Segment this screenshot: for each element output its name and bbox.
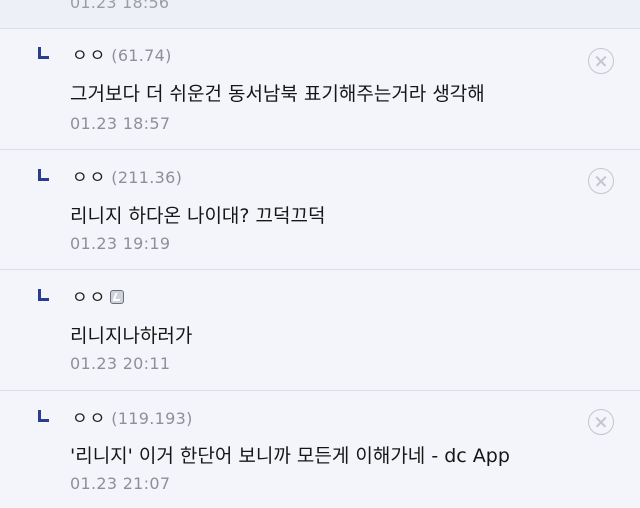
- reply-item: ㅇㅇ 리니지나하러가 01.23 20:11: [0, 270, 640, 391]
- author-nickname: ㅇㅇ: [72, 168, 108, 188]
- reply-item: ㅇㅇ (61.74) 그거보다 더 쉬운건 동서남북 표기해주는거라 생각해 01…: [0, 29, 640, 150]
- reply-content: 리니지 하다온 나이대? 끄덕끄덕: [70, 205, 326, 227]
- author-ip: (211.36): [111, 168, 183, 187]
- reply-date: 01.23 21:07: [70, 474, 171, 493]
- fixed-nick-badge-icon: [110, 290, 125, 304]
- reply-arrow-icon: [38, 410, 52, 422]
- reply-date: 01.23 20:11: [70, 354, 171, 373]
- reply-date: 01.23 19:19: [70, 234, 171, 253]
- delete-reply-button[interactable]: [588, 409, 614, 435]
- reply-author[interactable]: ㅇㅇ: [72, 283, 125, 308]
- reply-item: ㅇㅇ (211.36) 리니지 하다온 나이대? 끄덕끄덕 01.23 19:19: [0, 150, 640, 270]
- delete-reply-button[interactable]: [588, 168, 614, 194]
- reply-arrow-icon: [38, 289, 52, 301]
- delete-reply-button[interactable]: [588, 48, 614, 74]
- author-nickname: ㅇㅇ: [72, 46, 108, 66]
- reply-date: 01.23 18:57: [70, 114, 171, 133]
- author-ip: (119.193): [111, 409, 193, 428]
- reply-author[interactable]: ㅇㅇ (211.36): [72, 163, 182, 188]
- reply-content: '리니지' 이거 한단어 보니까 모든게 이해가네 - dc App: [70, 445, 510, 467]
- reply-content: 리니지나하러가: [70, 325, 193, 347]
- reply-author[interactable]: ㅇㅇ (119.193): [72, 404, 193, 429]
- reply-author[interactable]: ㅇㅇ (61.74): [72, 41, 172, 66]
- reply-item: ㅇㅇ (119.193) '리니지' 이거 한단어 보니까 모든게 이해가네 - …: [0, 391, 640, 508]
- reply-arrow-icon: [38, 47, 52, 59]
- reply-arrow-icon: [38, 169, 52, 181]
- previous-reply-fragment: 01.23 18:56: [0, 0, 640, 29]
- reply-content: 그거보다 더 쉬운건 동서남북 표기해주는거라 생각해: [70, 83, 485, 105]
- previous-reply-date: 01.23 18:56: [70, 0, 170, 12]
- reply-list-screen: 01.23 18:56 ㅇㅇ (61.74) 그거보다 더 쉬운건 동서남북 표기…: [0, 0, 640, 508]
- author-ip: (61.74): [111, 46, 172, 65]
- author-nickname: ㅇㅇ: [72, 409, 108, 429]
- author-nickname: ㅇㅇ: [72, 288, 108, 308]
